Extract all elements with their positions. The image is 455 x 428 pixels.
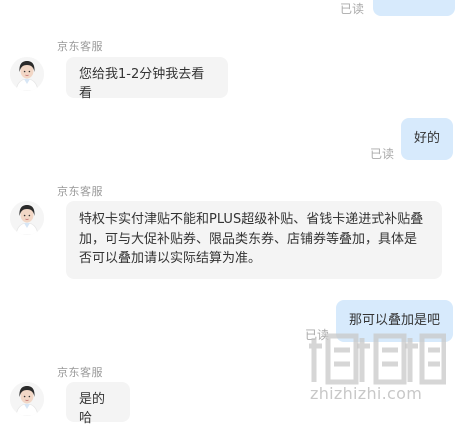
agent-message-text: 特权卡实付津贴不能和PLUS超级补贴、省钱卡递进式补贴叠加，可与大促补贴券、限品… [79, 212, 424, 266]
user-message-text: 那可以叠加是吧 [348, 313, 440, 328]
read-status: 已读 [305, 328, 330, 342]
user-message-text: 好的 [413, 131, 440, 146]
agent-message-text: 您给我1-2分钟我去看看 [79, 67, 205, 101]
agent-message-bubble: 特权卡实付津贴不能和PLUS超级补贴、省钱卡递进式补贴叠加，可与大促补贴券、限品… [66, 201, 442, 279]
agent-message-bubble: 是的哈 [66, 382, 130, 426]
user-message-bubble: 那可以叠加是吧 [336, 300, 453, 342]
user-message-bubble: 好的 [401, 118, 453, 160]
user-message-bubble [373, 0, 455, 16]
agent-avatar-icon [10, 382, 44, 416]
read-status: 已读 [370, 147, 395, 161]
agent-name: 京东客服 [57, 185, 103, 198]
watermark-text: zhizhizhi.com [310, 384, 423, 403]
agent-name: 京东客服 [57, 366, 103, 379]
agent-avatar-icon [10, 201, 44, 235]
agent-message-bubble: 您给我1-2分钟我去看看 [66, 57, 228, 101]
agent-avatar-icon [10, 57, 44, 91]
read-status: 已读 [340, 2, 365, 16]
agent-name: 京东客服 [57, 40, 103, 53]
agent-message-text: 是的哈 [79, 392, 106, 426]
chat-transcript: 已读 京东客服 您给我1-2分钟我去看看 好的 已读 京东客服 特权卡实付津贴不… [0, 0, 455, 426]
